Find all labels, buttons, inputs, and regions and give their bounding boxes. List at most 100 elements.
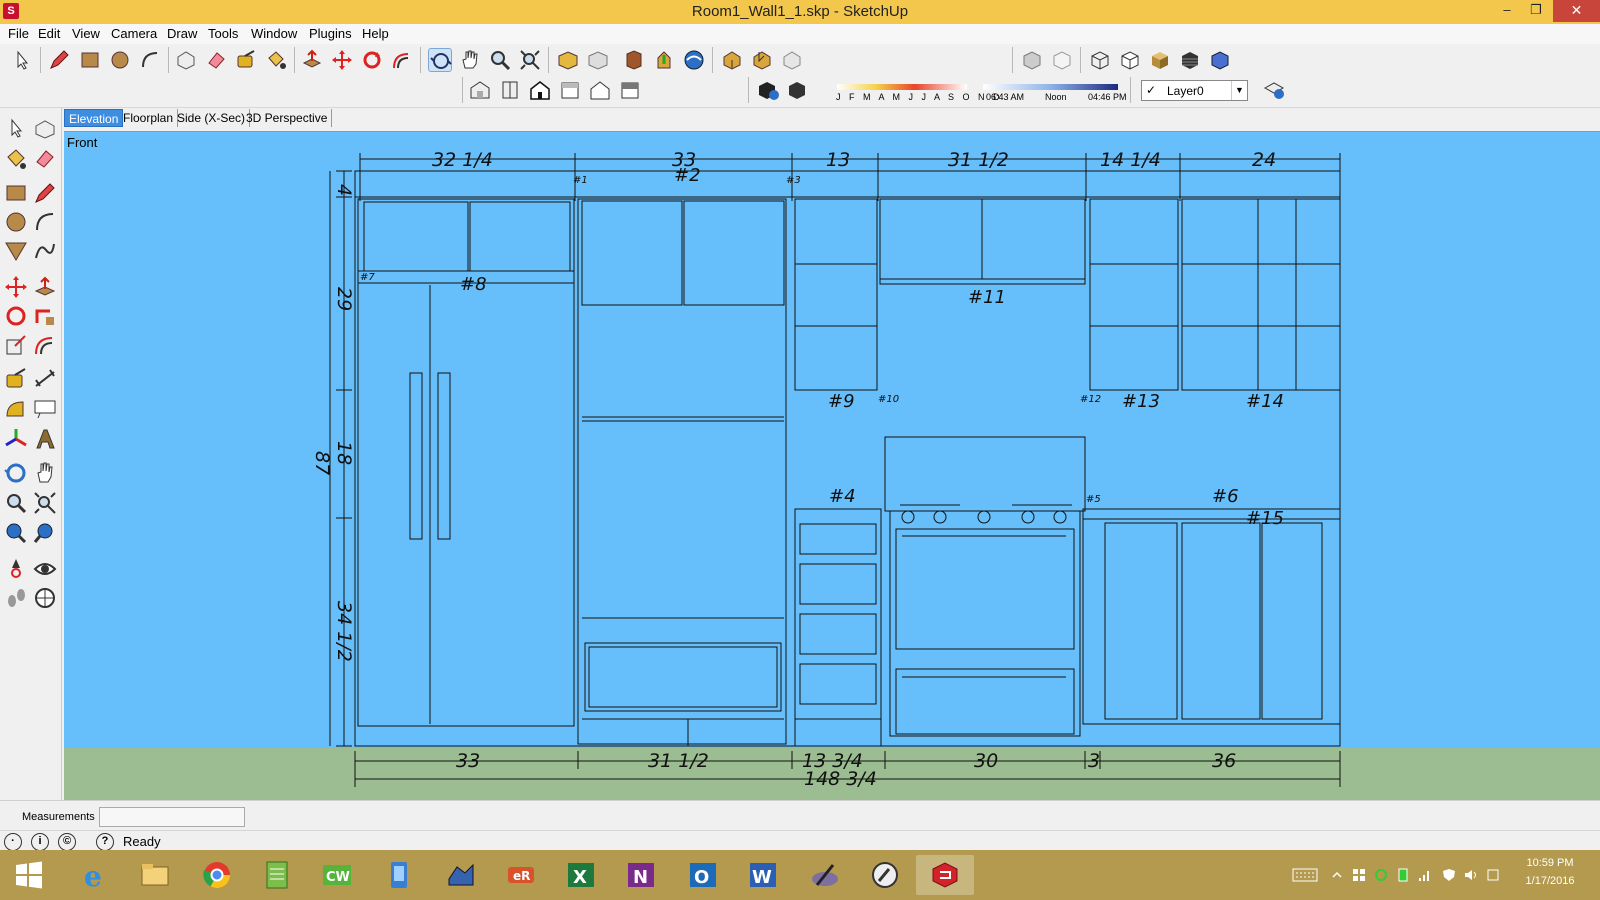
blue-app-icon[interactable]: [370, 855, 428, 895]
freehand-tool-icon[interactable]: [32, 238, 58, 264]
tab-elevation[interactable]: Elevation: [64, 109, 124, 127]
pencil-icon[interactable]: [47, 48, 71, 72]
zoom-window-tool-icon[interactable]: [3, 520, 29, 546]
plugin-tool-b-icon[interactable]: [750, 48, 774, 72]
start-button[interactable]: [0, 855, 58, 895]
paint-bucket-icon[interactable]: [264, 48, 288, 72]
excel-icon[interactable]: X: [552, 855, 610, 895]
menu-view[interactable]: View: [72, 26, 100, 41]
line-tool-icon[interactable]: [32, 180, 58, 206]
text-tool-icon[interactable]: [32, 396, 58, 422]
back-edges-icon[interactable]: [1050, 48, 1074, 72]
onenote-icon[interactable]: N: [612, 855, 670, 895]
speaker-icon[interactable]: [1464, 868, 1478, 882]
windows-flag-tray-icon[interactable]: [1352, 868, 1366, 882]
tab-3d-perspective[interactable]: 3D Perspective: [242, 109, 333, 127]
layer-dropdown[interactable]: ✓ Layer0 ▼: [1141, 80, 1248, 101]
layer-visible-check-icon[interactable]: ✓: [1146, 83, 1156, 97]
eraser-tool-icon[interactable]: [32, 146, 58, 172]
menu-camera[interactable]: Camera: [111, 26, 157, 41]
tools-app-icon[interactable]: [856, 855, 914, 895]
tape-measure-icon[interactable]: [234, 48, 258, 72]
pan-icon[interactable]: [458, 48, 482, 72]
paint-tool-icon[interactable]: [3, 146, 29, 172]
action-center-icon[interactable]: [1486, 868, 1500, 882]
minimize-button[interactable]: –: [1496, 0, 1518, 22]
drawing-viewport[interactable]: Front 32 1/4 33 13 31 1/2 14 1/4 24 4 29…: [64, 131, 1600, 800]
tab-side-xsec[interactable]: Side (X-Sec): [173, 109, 251, 127]
security-shield-icon[interactable]: [1442, 868, 1456, 882]
menu-edit[interactable]: Edit: [38, 26, 60, 41]
show-hidden-icons-icon[interactable]: [1330, 868, 1344, 882]
maximize-button[interactable]: ❐: [1525, 0, 1547, 22]
chevron-down-icon[interactable]: ▼: [1231, 81, 1247, 100]
keyboard-icon[interactable]: [1292, 868, 1318, 882]
zoom-tool-icon[interactable]: [3, 490, 29, 516]
measurements-input[interactable]: [99, 807, 245, 827]
layer-manager-icon[interactable]: [1262, 78, 1286, 102]
next-view-icon[interactable]: [586, 48, 610, 72]
back-view-icon[interactable]: [588, 78, 612, 102]
circle-icon[interactable]: [108, 48, 132, 72]
pan-tool-icon[interactable]: [32, 460, 58, 486]
axes-tool-icon[interactable]: [3, 426, 29, 452]
outlook-icon[interactable]: O: [674, 855, 732, 895]
look-around-tool-icon[interactable]: [32, 556, 58, 582]
shadow-settings-icon[interactable]: [756, 78, 780, 102]
credits-icon[interactable]: i: [31, 833, 49, 851]
arc-icon[interactable]: [138, 48, 162, 72]
offset-icon[interactable]: [390, 48, 414, 72]
follow-me-tool-icon[interactable]: [32, 303, 58, 329]
scale-tool-icon[interactable]: [3, 332, 29, 358]
geo-location-icon[interactable]: ·: [4, 833, 22, 851]
select-icon[interactable]: [10, 48, 34, 72]
xray-icon[interactable]: [1020, 48, 1044, 72]
make-component-icon[interactable]: [174, 48, 198, 72]
extension-warehouse-icon[interactable]: [682, 48, 706, 72]
file-explorer-icon[interactable]: [126, 855, 184, 895]
dimension-tool-icon[interactable]: [32, 366, 58, 392]
cabinet-elevation-drawing[interactable]: 32 1/4 33 13 31 1/2 14 1/4 24 4 29 18 34…: [64, 132, 1600, 800]
move-tool-icon[interactable]: [3, 274, 29, 300]
section-plane-tool-icon[interactable]: [32, 585, 58, 611]
zoom-icon[interactable]: [488, 48, 512, 72]
menu-help[interactable]: Help: [362, 26, 389, 41]
offset-tool-icon[interactable]: [32, 332, 58, 358]
menu-plugins[interactable]: Plugins: [309, 26, 352, 41]
pen-app-icon[interactable]: [796, 855, 854, 895]
rectangle-icon[interactable]: [78, 48, 102, 72]
tape-tool-icon[interactable]: [3, 366, 29, 392]
arc-tool-icon[interactable]: [32, 209, 58, 235]
walk-tool-icon[interactable]: [3, 585, 29, 611]
circle-tool-icon[interactable]: [3, 209, 29, 235]
polygon-tool-icon[interactable]: [3, 238, 29, 264]
internet-explorer-icon[interactable]: e: [66, 855, 124, 895]
push-pull-icon[interactable]: [300, 48, 324, 72]
rotate-icon[interactable]: [360, 48, 384, 72]
iso-view-icon[interactable]: [468, 78, 492, 102]
front-view-icon[interactable]: [528, 78, 552, 102]
clock-time[interactable]: 10:59 PM: [1518, 857, 1582, 869]
right-view-icon[interactable]: [558, 78, 582, 102]
display-shadows-icon[interactable]: [786, 78, 810, 102]
spreadsheet-app-icon[interactable]: [248, 855, 306, 895]
instructor-help-icon[interactable]: ?: [96, 833, 114, 851]
eraser-icon[interactable]: [204, 48, 228, 72]
plugin-tool-a-icon[interactable]: [720, 48, 744, 72]
top-view-icon[interactable]: [498, 78, 522, 102]
user-account-icon[interactable]: ©: [58, 833, 76, 851]
hidden-line-icon[interactable]: [1118, 48, 1142, 72]
move-icon[interactable]: [330, 48, 354, 72]
plugin-tool-c-icon[interactable]: [780, 48, 804, 72]
zoom-extents-icon[interactable]: [518, 48, 542, 72]
left-view-icon[interactable]: [618, 78, 642, 102]
monochrome-icon[interactable]: [1208, 48, 1232, 72]
menu-file[interactable]: File: [8, 26, 29, 41]
battery-icon[interactable]: [1396, 868, 1410, 882]
word-icon[interactable]: W: [734, 855, 792, 895]
position-camera-tool-icon[interactable]: [3, 556, 29, 582]
previous-view-icon[interactable]: [556, 48, 580, 72]
cw-app-icon[interactable]: CW: [308, 855, 366, 895]
menu-window[interactable]: Window: [251, 26, 297, 41]
menu-tools[interactable]: Tools: [208, 26, 238, 41]
